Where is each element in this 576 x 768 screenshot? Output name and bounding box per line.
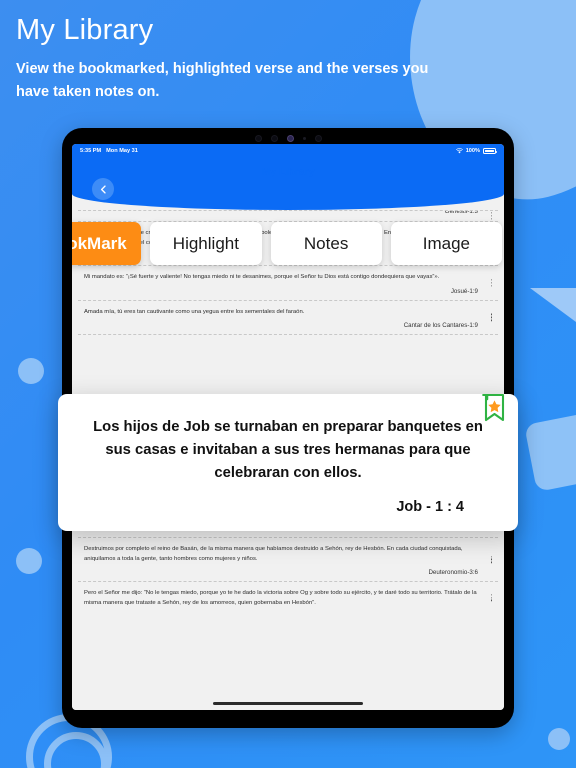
status-time: 5:35 PM [80,148,102,154]
verse-detail-card: Los hijos de Job se turnaban en preparar… [58,393,518,531]
verse-text: Destruimos por completo el reino de Basá… [84,545,463,562]
verse-detail-text: Los hijos de Job se turnaban en preparar… [93,419,483,481]
list-item[interactable]: Mi mandato es: “¡Sé fuerte y valiente! N… [78,266,498,301]
decor-triangle-right [530,288,576,322]
decor-dot-left-lower [16,548,42,574]
screenshot-stage: My Library View the bookmarked, highligh… [0,0,576,768]
list-item[interactable]: Amada mía, tú eres tan cautivante como u… [78,301,498,336]
home-indicator[interactable] [213,702,363,705]
chevron-left-icon [100,184,106,194]
verse-text: Amada mía, tú eres tan cautivante como u… [84,308,305,315]
page-header: My Library View the bookmarked, highligh… [16,14,436,105]
status-date: Mon May 31 [106,148,138,154]
mic-icon [302,136,306,140]
battery-full-icon [483,148,498,154]
decor-square-right [524,412,576,492]
kebab-menu-icon[interactable] [487,313,496,322]
list-item[interactable]: Pero el Señor me dijo: “No le tengas mie… [78,582,498,613]
verse-detail-reference: Job - 1 : 4 [396,498,464,515]
status-bar: 5:35 PM Mon May 31 100% [72,144,504,158]
page-title: My Library [16,14,154,46]
list-item[interactable]: Destruimos por completo el reino de Basá… [78,538,498,583]
proximity-sensor-icon [314,134,322,142]
decor-dot-bottom-right [548,728,570,750]
verse-reference: Deuteronomio-3:6 [428,569,478,577]
tab-bookmark[interactable]: BookMark [72,222,142,265]
camera-icon [270,134,278,142]
app-title: My Library [261,166,315,178]
page-subtitle: View the bookmarked, highlighted verse a… [16,61,429,101]
camera-lens-icon [286,134,294,142]
tab-highlight[interactable]: Highlight [150,222,262,265]
tab-image-label: Image [422,233,470,253]
status-battery-percent: 100% [465,148,480,154]
verse-text: Mi mandato es: “¡Sé fuerte y valiente! N… [84,274,440,281]
kebab-menu-icon[interactable] [487,279,496,287]
tab-notes[interactable]: Notes [270,222,382,265]
kebab-menu-icon[interactable] [487,594,496,602]
tab-highlight-label: Highlight [172,233,239,253]
back-button[interactable] [92,178,114,200]
bookmark-star-icon[interactable] [480,393,506,423]
tablet-sensor-array [62,133,514,143]
tab-notes-label: Notes [303,233,349,253]
verse-text: Pero el Señor me dijo: “No le tengas mie… [84,590,477,606]
tab-image[interactable]: Image [390,222,502,265]
sensor-icon [254,134,262,142]
verse-reference: Josué-1:9 [450,287,478,295]
kebab-menu-icon[interactable] [487,555,496,564]
verse-reference: Génesis-1:3 [444,210,478,215]
wifi-icon [455,148,463,154]
verse-reference: Cantar de los Cantares-1:9 [403,322,478,330]
decor-dot-left-upper [18,358,44,384]
tab-bookmark-label: BookMark [72,233,127,253]
library-tab-bar[interactable]: BookMark Highlight Notes Image [72,222,504,265]
kebab-menu-icon[interactable] [487,212,496,220]
list-item[interactable]: Génesis-1:3 [78,210,498,222]
app-nav-bar: My Library [72,158,504,210]
